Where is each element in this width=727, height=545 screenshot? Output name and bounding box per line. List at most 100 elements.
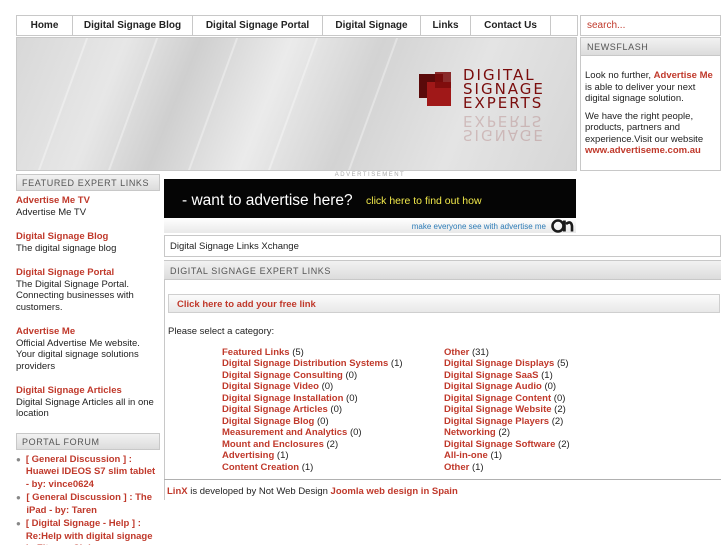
category-row: Digital Signage Blog (0) bbox=[222, 416, 437, 427]
category-link[interactable]: Digital Signage Software bbox=[444, 439, 555, 450]
forum-post-link[interactable]: [ General Discussion ] : The iPad - by: … bbox=[26, 492, 160, 517]
nav-empty-cell bbox=[551, 16, 577, 35]
logo-squares-icon bbox=[419, 72, 451, 106]
add-free-link-button[interactable]: Click here to add your free link bbox=[177, 299, 316, 310]
banner-stripe bbox=[22, 38, 94, 170]
category-link[interactable]: Digital Signage Displays bbox=[444, 358, 554, 369]
category-link[interactable]: Digital Signage Video bbox=[222, 381, 319, 392]
footer-text: is developed by Not Web Design bbox=[190, 486, 328, 497]
linx-link[interactable]: LinX bbox=[167, 486, 188, 497]
top-nav: Home Digital Signage Blog Digital Signag… bbox=[16, 15, 578, 36]
category-row: Digital Signage Consulting (0) bbox=[222, 370, 437, 381]
category-row: Mount and Enclosures (2) bbox=[222, 439, 437, 450]
category-link[interactable]: Networking bbox=[444, 427, 496, 438]
left-sidebar: FEATURED EXPERT LINKS Advertise Me TV Ad… bbox=[16, 174, 160, 545]
category-link[interactable]: Featured Links bbox=[222, 347, 290, 358]
category-link[interactable]: Digital Signage Installation bbox=[222, 393, 343, 404]
ad-headline: - want to advertise here? bbox=[182, 192, 353, 209]
bullet-icon: ● bbox=[16, 519, 21, 528]
nav-digital-signage-portal[interactable]: Digital Signage Portal bbox=[193, 16, 323, 35]
banner-stripe bbox=[332, 38, 404, 170]
featured-link-title[interactable]: Digital Signage Portal bbox=[16, 267, 160, 279]
category-link[interactable]: Digital Signage Distribution Systems bbox=[222, 358, 388, 369]
category-link[interactable]: Measurement and Analytics bbox=[222, 427, 347, 438]
search-input[interactable] bbox=[580, 15, 721, 36]
category-count: (0) bbox=[349, 427, 362, 439]
banner-stripe bbox=[172, 38, 244, 170]
featured-link-desc: The digital signage blog bbox=[16, 242, 117, 254]
category-link[interactable]: Digital Signage Articles bbox=[222, 404, 328, 415]
newsflash-box: NEWSFLASH Look no further, Advertise Me … bbox=[580, 37, 721, 171]
featured-link-item: Digital Signage Blog The digital signage… bbox=[16, 231, 160, 254]
add-link-bar: Click here to add your free link bbox=[168, 294, 720, 313]
featured-link-item: Digital Signage Portal The Digital Signa… bbox=[16, 267, 160, 313]
featured-link-item: Digital Signage Articles Digital Signage… bbox=[16, 385, 160, 420]
joomla-web-design-link[interactable]: Joomla web design in Spain bbox=[331, 486, 458, 497]
category-row: All-in-one (1) bbox=[444, 450, 604, 461]
category-row: Digital Signage Articles (0) bbox=[222, 404, 437, 415]
category-link[interactable]: Digital Signage SaaS bbox=[444, 370, 539, 381]
featured-links-header: FEATURED EXPERT LINKS bbox=[16, 174, 160, 191]
forum-post-link[interactable]: [ Digital Signage - Help ] : Re:Help wit… bbox=[26, 518, 160, 545]
advertisement-label: ADVERTISEMENT bbox=[334, 172, 406, 178]
category-count: (1) bbox=[276, 450, 289, 462]
category-link[interactable]: Advertising bbox=[222, 450, 274, 461]
nav-home[interactable]: Home bbox=[17, 16, 73, 35]
category-link[interactable]: Content Creation bbox=[222, 462, 299, 473]
footer: LinX is developed by Not Web Design Joom… bbox=[167, 486, 458, 497]
newsflash-header: NEWSFLASH bbox=[581, 38, 720, 56]
nav-digital-signage[interactable]: Digital Signage bbox=[323, 16, 421, 35]
featured-link-desc: Advertise Me TV bbox=[16, 206, 87, 218]
category-row: Other (31) bbox=[444, 347, 604, 358]
category-count: (0) bbox=[317, 415, 329, 427]
category-count: (1) bbox=[301, 461, 314, 473]
category-count: (0) bbox=[553, 392, 566, 404]
category-row: Digital Signage Displays (5) bbox=[444, 358, 604, 369]
category-count: (1) bbox=[471, 461, 484, 473]
category-row: Digital Signage Software (2) bbox=[444, 439, 604, 450]
category-link[interactable]: Digital Signage Blog bbox=[222, 416, 314, 427]
header-banner: DIGITAL SIGNAGE EXPERTS SIGNAGE EXPERTS bbox=[16, 37, 577, 171]
category-row: Digital Signage Audio (0) bbox=[444, 381, 604, 392]
nav-contact-us[interactable]: Contact Us bbox=[471, 16, 551, 35]
category-link[interactable]: All-in-one bbox=[444, 450, 488, 461]
category-row: Featured Links (5) bbox=[222, 347, 437, 358]
featured-link-item: Advertise Me Official Advertise Me websi… bbox=[16, 326, 160, 372]
newsflash-body: Look no further, Advertise Me is able to… bbox=[581, 56, 720, 157]
category-list-right: Other (31) Digital Signage Displays (5) Di… bbox=[444, 347, 604, 473]
newsflash-brand-link[interactable]: Advertise Me bbox=[654, 70, 713, 81]
nav-digital-signage-blog[interactable]: Digital Signage Blog bbox=[73, 16, 193, 35]
category-link[interactable]: Digital Signage Players bbox=[444, 416, 549, 427]
category-link[interactable]: Other bbox=[444, 462, 469, 473]
nav-links[interactable]: Links bbox=[421, 16, 471, 35]
category-row: Digital Signage Video (0) bbox=[222, 381, 437, 392]
featured-link-title[interactable]: Advertise Me TV bbox=[16, 195, 160, 207]
category-count: (1) bbox=[390, 358, 403, 370]
featured-link-desc: Official Advertise Me website. Your digi… bbox=[16, 337, 140, 372]
category-count: (2) bbox=[498, 427, 510, 439]
banner-stripe bbox=[252, 38, 324, 170]
ad-tagline: make everyone see with advertise me bbox=[411, 222, 546, 231]
category-link[interactable]: Digital Signage Website bbox=[444, 404, 552, 415]
ad-banner[interactable]: - want to advertise here? click here to … bbox=[164, 179, 576, 233]
bullet-icon: ● bbox=[16, 493, 21, 502]
category-link[interactable]: Other bbox=[444, 347, 469, 358]
category-link[interactable]: Digital Signage Content bbox=[444, 393, 551, 404]
ad-cta-link[interactable]: click here to find out how bbox=[366, 195, 482, 207]
featured-link-title[interactable]: Digital Signage Articles bbox=[16, 385, 160, 397]
newsflash-website-link[interactable]: www.advertiseme.com.au bbox=[585, 145, 701, 156]
category-row: Networking (2) bbox=[444, 427, 604, 438]
featured-link-title[interactable]: Digital Signage Blog bbox=[16, 231, 160, 243]
category-link[interactable]: Mount and Enclosures bbox=[222, 439, 324, 450]
category-count: (0) bbox=[330, 404, 343, 416]
category-link[interactable]: Digital Signage Consulting bbox=[222, 370, 343, 381]
featured-link-title[interactable]: Advertise Me bbox=[16, 326, 160, 338]
category-row: Advertising (1) bbox=[222, 450, 437, 461]
category-link[interactable]: Digital Signage Audio bbox=[444, 381, 542, 392]
category-count: (5) bbox=[292, 347, 304, 358]
forum-list-item: ● [ General Discussion ] : Huawei IDEOS … bbox=[16, 454, 160, 492]
forum-post-link[interactable]: [ General Discussion ] : Huawei IDEOS S7… bbox=[26, 454, 160, 492]
links-panel-header: DIGITAL SIGNAGE EXPERT LINKS bbox=[164, 261, 721, 280]
category-row: Digital Signage Players (2) bbox=[444, 416, 604, 427]
category-row: Content Creation (1) bbox=[222, 462, 437, 473]
